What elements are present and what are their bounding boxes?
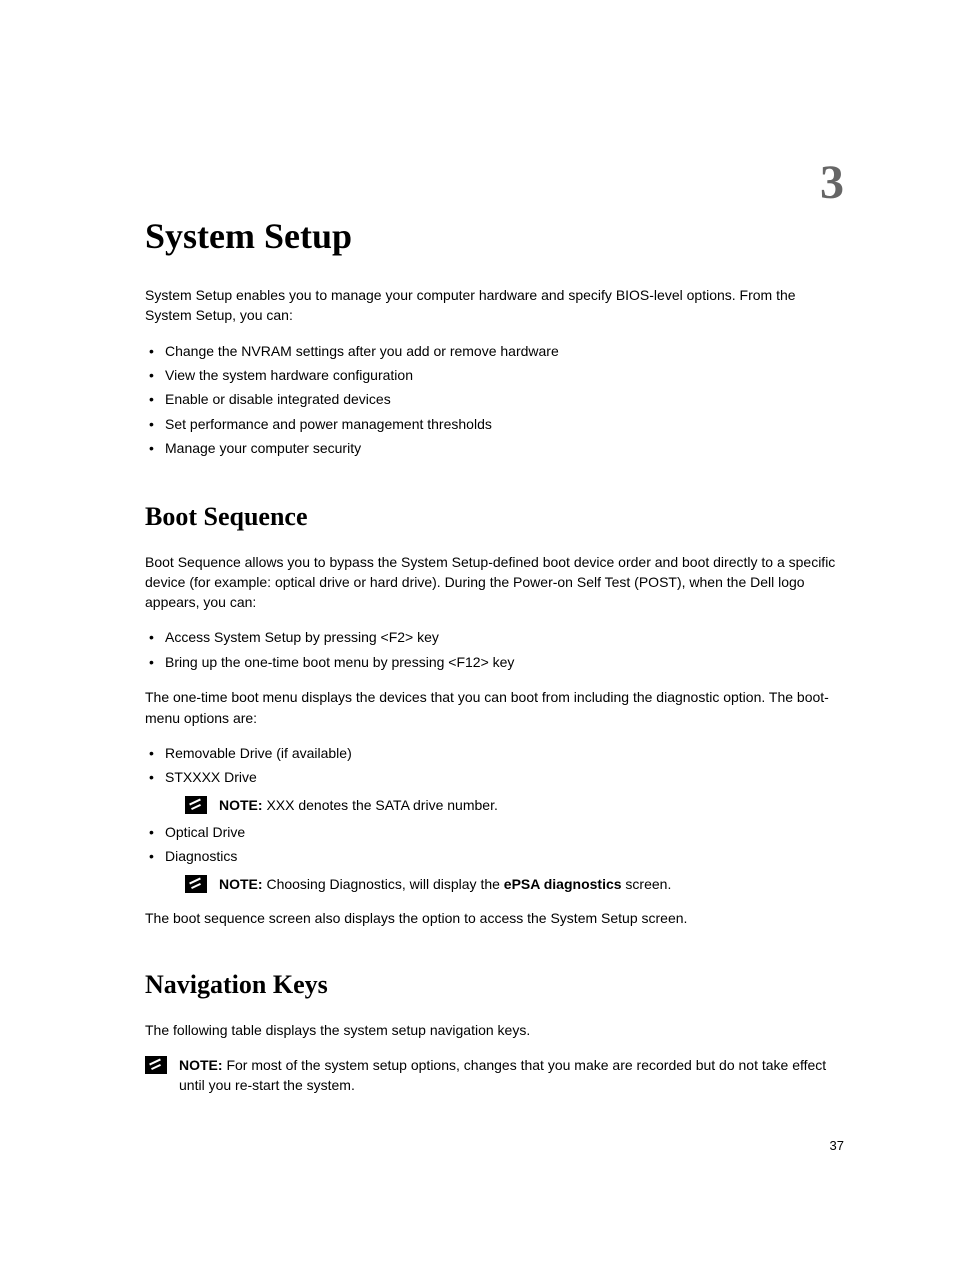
boot-sequence-heading: Boot Sequence [145, 502, 844, 532]
navigation-keys-heading: Navigation Keys [145, 970, 844, 1000]
list-item: Manage your computer security [145, 437, 844, 459]
note-bold: ePSA diagnostics [504, 876, 622, 892]
note-container: NOTE: XXX denotes the SATA drive number. [145, 795, 844, 815]
list-item: STXXXX Drive [145, 766, 844, 788]
boot-sequence-p3: The boot sequence screen also displays t… [145, 908, 844, 928]
note-container: NOTE: Choosing Diagnostics, will display… [145, 874, 844, 894]
list-item: Set performance and power management thr… [145, 413, 844, 435]
note-body-b: screen. [622, 876, 672, 892]
boot-sequence-p2: The one-time boot menu displays the devi… [145, 687, 844, 728]
note-text: NOTE: Choosing Diagnostics, will display… [219, 874, 844, 894]
boot-sequence-list1: Access System Setup by pressing <F2> key… [145, 626, 844, 673]
page-number: 37 [830, 1138, 844, 1153]
note-body: XXX denotes the SATA drive number. [266, 797, 497, 813]
boot-sequence-list2: Removable Drive (if available) STXXXX Dr… [145, 742, 844, 894]
list-item: Change the NVRAM settings after you add … [145, 340, 844, 362]
chapter-number: 3 [820, 155, 844, 210]
note-body: For most of the system setup options, ch… [179, 1057, 826, 1093]
note-label: NOTE: [219, 876, 266, 892]
note-label: NOTE: [219, 797, 266, 813]
note-body-a: Choosing Diagnostics, will display the [266, 876, 503, 892]
list-item: Optical Drive [145, 821, 844, 843]
list-item: Access System Setup by pressing <F2> key [145, 626, 844, 648]
list-item: Removable Drive (if available) [145, 742, 844, 764]
note-block: NOTE: For most of the system setup optio… [145, 1055, 844, 1096]
note-icon [145, 1056, 167, 1074]
note-block: NOTE: Choosing Diagnostics, will display… [185, 874, 844, 894]
list-item: Enable or disable integrated devices [145, 388, 844, 410]
page-title: System Setup [145, 215, 844, 257]
note-icon [185, 875, 207, 893]
note-text: NOTE: For most of the system setup optio… [179, 1055, 844, 1096]
list-item: Bring up the one-time boot menu by press… [145, 651, 844, 673]
list-item: View the system hardware configuration [145, 364, 844, 386]
note-label: NOTE: [179, 1057, 226, 1073]
note-icon [185, 796, 207, 814]
intro-paragraph: System Setup enables you to manage your … [145, 285, 844, 326]
list-item: Diagnostics [145, 845, 844, 867]
note-block: NOTE: XXX denotes the SATA drive number. [185, 795, 844, 815]
intro-list: Change the NVRAM settings after you add … [145, 340, 844, 460]
navigation-keys-p1: The following table displays the system … [145, 1020, 844, 1040]
note-text: NOTE: XXX denotes the SATA drive number. [219, 795, 844, 815]
boot-sequence-p1: Boot Sequence allows you to bypass the S… [145, 552, 844, 613]
